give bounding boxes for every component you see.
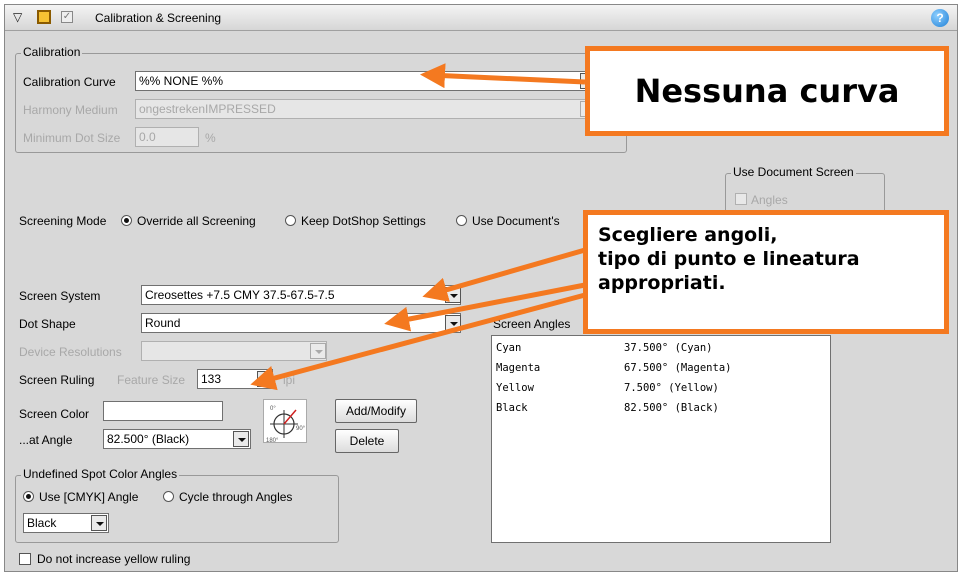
callout-line-1: Scegliere angoli, [598, 224, 778, 246]
use-document-screen-title: Use Document Screen [731, 165, 856, 179]
yellow-ruling-checkbox[interactable] [19, 553, 31, 565]
feature-size-label: Feature Size [117, 373, 186, 387]
angle-dial-icon[interactable]: 0° 90° 180° [263, 399, 307, 444]
calibration-curve-field[interactable]: %% NONE %% [135, 71, 597, 91]
callout-line-3: appropriati. [598, 272, 726, 294]
keep-dotshop-radio[interactable] [285, 215, 296, 226]
checkbox-icon[interactable]: ✓ [61, 11, 73, 23]
angle-row-name[interactable]: Yellow [496, 382, 534, 394]
delete-button[interactable]: Delete [335, 429, 399, 453]
angle-row-value[interactable]: 67.500° (Magenta) [624, 362, 731, 374]
min-dot-size-unit: % [205, 131, 216, 145]
callout-top-text: Nessuna curva [634, 72, 900, 110]
help-icon[interactable]: ? [931, 9, 949, 27]
spot-color-dropdown[interactable] [91, 515, 107, 531]
angle-row-value[interactable]: 37.500° (Cyan) [624, 342, 713, 354]
dial-label-90: 90° [296, 426, 306, 432]
angle-row-value[interactable]: 7.500° (Yellow) [624, 382, 719, 394]
dial-label-0: 0° [270, 406, 276, 412]
document-icon[interactable] [37, 10, 51, 24]
override-all-label: Override all Screening [137, 214, 256, 228]
callout-line-2: tipo di punto e lineatura [598, 248, 860, 270]
callout-scegliere: Scegliere angoli, tipo di punto e lineat… [583, 210, 949, 334]
screen-color-field[interactable] [103, 401, 223, 421]
device-resolutions-field[interactable] [141, 341, 327, 361]
screen-system-field[interactable]: Creosettes +7.5 CMY 37.5-67.5-7.5 [141, 285, 461, 305]
angle-row-name[interactable]: Black [496, 402, 528, 414]
cycle-angles-radio[interactable] [163, 491, 174, 502]
calibration-curve-label: Calibration Curve [23, 75, 116, 89]
angle-row-name[interactable]: Magenta [496, 362, 540, 374]
dot-shape-dropdown[interactable] [445, 315, 461, 331]
screen-system-label: Screen System [19, 289, 101, 303]
calibration-group-title: Calibration [21, 45, 83, 59]
harmony-medium-label: Harmony Medium [23, 103, 118, 117]
panel-title: Calibration & Screening [95, 11, 222, 25]
screen-color-label: Screen Color [19, 407, 90, 421]
screen-ruling-unit: lpi [283, 373, 296, 387]
at-angle-label: ...at Angle [19, 433, 73, 447]
yellow-ruling-label: Do not increase yellow ruling [37, 552, 191, 566]
use-documents-radio[interactable] [456, 215, 467, 226]
angle-row-name[interactable]: Cyan [496, 342, 521, 354]
min-dot-size-field[interactable]: 0.0 [135, 127, 199, 147]
angle-row-value[interactable]: 82.500° (Black) [624, 402, 719, 414]
keep-dotshop-label: Keep DotShop Settings [301, 214, 426, 228]
dot-shape-label: Dot Shape [19, 317, 76, 331]
use-documents-label: Use Document's [472, 214, 560, 228]
screen-angles-label: Screen Angles [493, 317, 571, 331]
harmony-medium-field[interactable]: ongestrekenIMPRESSED [135, 99, 597, 119]
dot-shape-field[interactable]: Round [141, 313, 461, 333]
callout-nessuna-curva: Nessuna curva [585, 46, 949, 136]
min-dot-size-label: Minimum Dot Size [23, 131, 121, 145]
device-resolutions-label: Device Resolutions [19, 345, 122, 359]
screen-ruling-label: Screen Ruling [19, 373, 95, 387]
dial-label-180: 180° [266, 438, 279, 444]
angles-checkbox[interactable] [735, 193, 747, 205]
use-cmyk-angle-label: Use [CMYK] Angle [39, 490, 139, 504]
at-angle-field[interactable]: 82.500° (Black) [103, 429, 251, 449]
add-modify-button[interactable]: Add/Modify [335, 399, 417, 423]
cycle-angles-label: Cycle through Angles [179, 490, 293, 504]
panel-header: ▽ ✓ Calibration & Screening ? [5, 5, 957, 31]
screen-angles-list[interactable]: Cyan 37.500° (Cyan) Magenta 67.500° (Mag… [491, 335, 831, 543]
screen-system-dropdown[interactable] [445, 287, 461, 303]
device-resolutions-dropdown[interactable] [310, 343, 326, 359]
collapse-triangle-icon[interactable]: ▽ [13, 10, 22, 24]
spot-color-group-title: Undefined Spot Color Angles [21, 467, 180, 481]
use-cmyk-angle-radio[interactable] [23, 491, 34, 502]
at-angle-dropdown[interactable] [233, 431, 249, 447]
angles-checkbox-label: Angles [751, 193, 788, 207]
use-document-screen-group [725, 173, 885, 213]
screen-ruling-dropdown[interactable] [257, 371, 273, 387]
override-all-radio[interactable] [121, 215, 132, 226]
screening-mode-label: Screening Mode [19, 214, 107, 228]
